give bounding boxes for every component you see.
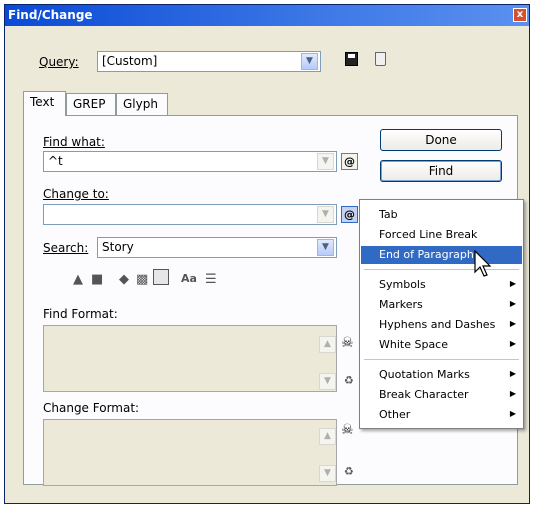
find-format-scroll-up-icon[interactable]: ▲ [319, 336, 336, 353]
find-format-box[interactable] [43, 325, 337, 392]
change-format-scroll-down-icon[interactable]: ▼ [319, 465, 336, 482]
specify-find-format-icon[interactable]: ☠ [341, 335, 354, 351]
search-select[interactable]: Story [97, 237, 337, 258]
submenu-arrow-icon: ▶ [509, 319, 516, 328]
include-footnotes-icon[interactable] [153, 269, 169, 285]
menu-item-other[interactable]: Other ▶ [361, 406, 522, 424]
menu-item-end-of-paragraph[interactable]: End of Paragraph [361, 246, 522, 264]
submenu-arrow-icon: ▶ [509, 409, 516, 418]
include-locked-layers-icon[interactable]: ▲ [73, 272, 83, 287]
menu-item-break-character[interactable]: Break Character ▶ [361, 386, 522, 404]
change-to-label: Change to: [43, 187, 109, 201]
delete-query-trash-icon[interactable] [375, 52, 386, 66]
query-dropdown-chevron-icon[interactable]: ▼ [301, 53, 318, 70]
query-select[interactable]: [Custom] [97, 51, 321, 72]
save-query-icon[interactable] [345, 52, 358, 66]
find-special-characters-icon[interactable]: @ [341, 153, 358, 170]
title-bar: Find/Change x [5, 5, 529, 26]
whole-word-icon[interactable]: ☰ [205, 272, 217, 287]
change-special-characters-icon[interactable]: @ [341, 206, 358, 223]
submenu-arrow-icon: ▶ [509, 299, 516, 308]
change-format-box[interactable] [43, 419, 337, 486]
menu-item-forced-line-break[interactable]: Forced Line Break [361, 226, 522, 244]
find-what-dropdown-chevron-icon[interactable]: ▼ [317, 153, 334, 170]
include-master-pages-icon[interactable]: ▩ [136, 272, 148, 287]
submenu-arrow-icon: ▶ [509, 279, 516, 288]
change-format-label: Change Format: [43, 401, 140, 415]
menu-item-hyphens-and-dashes[interactable]: Hyphens and Dashes ▶ [361, 316, 522, 334]
menu-item-white-space[interactable]: White Space ▶ [361, 336, 522, 354]
menu-item-markers[interactable]: Markers ▶ [361, 296, 522, 314]
change-to-dropdown-chevron-icon[interactable]: ▼ [317, 206, 334, 223]
mouse-cursor-icon [474, 250, 492, 277]
submenu-arrow-icon: ▶ [509, 389, 516, 398]
find-button[interactable]: Find [380, 160, 502, 182]
done-button[interactable]: Done [380, 129, 502, 151]
menu-separator [364, 359, 519, 360]
close-icon[interactable]: x [513, 8, 527, 22]
specify-change-format-icon[interactable]: ☠ [341, 422, 354, 438]
tab-grep[interactable]: GREP [66, 93, 116, 115]
include-locked-stories-icon[interactable]: ■ [91, 272, 103, 287]
case-sensitive-icon[interactable]: Aa [181, 272, 197, 285]
include-hidden-layers-icon[interactable]: ◆ [119, 272, 129, 287]
change-to-input[interactable] [43, 204, 337, 225]
change-format-scroll-up-icon[interactable]: ▲ [319, 428, 336, 445]
clear-change-format-trash-icon[interactable]: ♻ [344, 465, 354, 478]
search-value: Story [102, 240, 134, 254]
menu-separator [364, 269, 519, 270]
find-format-scroll-down-icon[interactable]: ▼ [319, 373, 336, 390]
window-title: Find/Change [8, 8, 93, 22]
save-icon-label [348, 54, 355, 58]
find-what-label: Find what: [43, 135, 105, 149]
find-what-input[interactable]: ^t [43, 151, 337, 172]
find-format-label: Find Format: [43, 307, 118, 321]
search-dropdown-chevron-icon[interactable]: ▼ [317, 239, 334, 256]
submenu-arrow-icon: ▶ [509, 369, 516, 378]
tab-glyph[interactable]: Glyph [116, 93, 168, 115]
clear-find-format-trash-icon[interactable]: ♻ [344, 374, 354, 387]
search-label: Search: [43, 241, 89, 255]
special-characters-menu: Tab Forced Line Break End of Paragraph S… [359, 199, 524, 429]
query-label: Query: [39, 55, 79, 69]
find-what-value: ^t [48, 154, 63, 168]
submenu-arrow-icon: ▶ [509, 339, 516, 348]
menu-item-symbols[interactable]: Symbols ▶ [361, 276, 522, 294]
menu-item-quotation-marks[interactable]: Quotation Marks ▶ [361, 366, 522, 384]
query-value: [Custom] [102, 54, 158, 68]
tab-text[interactable]: Text [23, 91, 66, 116]
menu-item-tab[interactable]: Tab [361, 206, 522, 224]
